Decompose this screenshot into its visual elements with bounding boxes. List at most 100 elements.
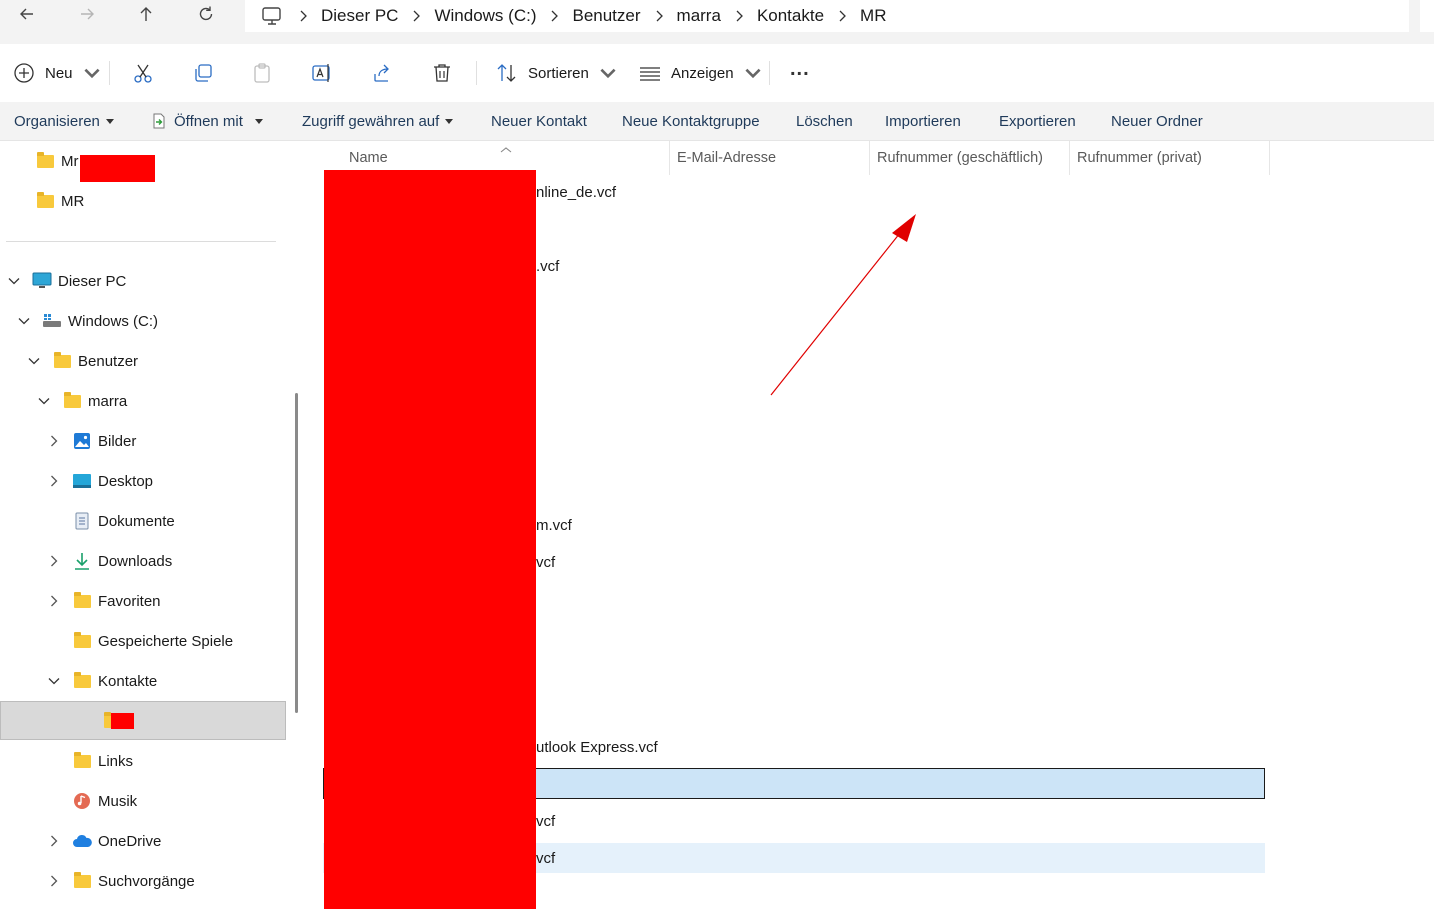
ribbon-share-with[interactable]: Zugriff gewähren auf (302, 102, 454, 140)
ribbon-organize[interactable]: Organisieren (14, 102, 114, 140)
up-button[interactable] (133, 2, 159, 26)
nav-item-musik[interactable]: Musik (46, 781, 137, 821)
ribbon-open-with[interactable]: Öffnen mit (151, 102, 263, 140)
column-header-email[interactable]: E-Mail-Adresse (677, 141, 776, 175)
nav-item-this-pc[interactable]: Dieser PC (6, 261, 126, 301)
column-divider[interactable] (669, 141, 670, 175)
chevron-right-icon[interactable] (46, 433, 62, 449)
ribbon-label: Löschen (796, 112, 853, 130)
ribbon-new-contact-group[interactable]: Neue Kontaktgruppe (622, 102, 760, 140)
chevron-right-icon (729, 10, 749, 22)
nav-item-marra[interactable]: marra (36, 381, 127, 421)
clipboard-icon (254, 63, 270, 83)
ribbon-delete[interactable]: Löschen (796, 102, 853, 140)
nav-item-label: Musik (98, 792, 138, 810)
breadcrumb-item[interactable]: Dieser PC (313, 6, 406, 26)
nav-item-label: Windows (C:) (68, 312, 159, 330)
breadcrumb-item[interactable]: Kontakte (749, 6, 832, 26)
document-icon (72, 512, 92, 530)
nav-item-benutzer[interactable]: Benutzer (26, 341, 138, 381)
breadcrumb-item[interactable]: Benutzer (564, 6, 648, 26)
view-button[interactable]: Anzeigen (639, 44, 764, 102)
nav-item-label: Mr (61, 152, 79, 170)
nav-item-label: Favoriten (98, 592, 161, 610)
nav-item-desktop[interactable]: Desktop (46, 461, 153, 501)
chevron-down-icon[interactable] (36, 393, 52, 409)
sort-button[interactable]: Sortieren (496, 44, 619, 102)
desktop-icon (72, 472, 92, 490)
chevron-down-icon[interactable] (16, 313, 32, 329)
search-field[interactable] (1420, 0, 1434, 32)
ribbon-new-contact[interactable]: Neuer Kontakt (491, 102, 587, 140)
breadcrumb-item[interactable]: Windows (C:) (426, 6, 544, 26)
ribbon-bar: Organisieren Öffnen mit Zugriff gewähren… (0, 102, 1434, 141)
monitor-icon (32, 272, 52, 290)
cut-button[interactable] (132, 44, 154, 102)
file-name[interactable]: vcf (536, 554, 555, 571)
chevron-right-icon[interactable] (46, 553, 62, 569)
column-header-phone-private[interactable]: Rufnummer (privat) (1077, 141, 1202, 175)
file-name[interactable]: .vcf (536, 258, 559, 275)
chevron-down-icon[interactable] (26, 353, 42, 369)
forward-button[interactable] (74, 2, 100, 26)
plus-circle-icon (14, 63, 34, 83)
nav-item-bilder[interactable]: Bilder (46, 421, 136, 461)
chevron-down-icon[interactable] (46, 673, 62, 689)
file-name[interactable]: utlook Express.vcf (536, 739, 658, 756)
nav-item-downloads[interactable]: Downloads (46, 541, 172, 581)
chevron-right-icon[interactable] (46, 833, 62, 849)
nav-scrollbar[interactable] (295, 393, 298, 713)
column-divider[interactable] (869, 141, 870, 175)
download-icon (72, 552, 92, 570)
scissors-icon (134, 64, 152, 83)
folder-icon (35, 191, 55, 210)
ribbon-new-folder[interactable]: Neuer Ordner (1111, 102, 1203, 140)
paste-button[interactable] (251, 44, 273, 102)
nav-item-dokumente[interactable]: Dokumente (46, 501, 175, 541)
nav-item-label: OneDrive (98, 832, 162, 850)
chevron-down-icon[interactable] (6, 273, 22, 289)
file-name[interactable]: vcf (536, 813, 555, 830)
back-button[interactable] (14, 2, 40, 26)
rename-button[interactable] (311, 44, 333, 102)
share-button[interactable] (371, 44, 393, 102)
file-name[interactable]: nline_de.vcf (536, 184, 616, 201)
column-divider[interactable] (1069, 141, 1070, 175)
nav-item-onedrive[interactable]: OneDrive (46, 821, 161, 861)
nav-item-selected-redacted[interactable] (0, 701, 286, 740)
nav-item-windows-c[interactable]: Windows (C:) (16, 301, 158, 341)
chevron-right-icon[interactable] (46, 873, 62, 889)
new-button[interactable]: Neu (13, 44, 103, 102)
nav-item-gespeicherte-spiele[interactable]: Gespeicherte Spiele (46, 621, 233, 661)
address-field[interactable]: Dieser PC Windows (C:) Benutzer marra Ko… (245, 0, 1409, 32)
ribbon-import[interactable]: Importieren (885, 102, 961, 140)
nav-item-quick-mr-redacted[interactable]: Mr (35, 141, 79, 181)
folder-icon (35, 151, 55, 170)
triangle-down-icon (105, 118, 114, 124)
nav-item-links[interactable]: Links (46, 741, 133, 781)
nav-item-suchvorgaenge[interactable]: Suchvorgänge (46, 861, 195, 901)
redaction-box (111, 713, 134, 729)
delete-button[interactable] (431, 44, 453, 102)
copy-button[interactable] (192, 44, 214, 102)
nav-item-kontakte[interactable]: Kontakte (46, 661, 157, 701)
command-bar: Neu Sortieren Anzeigen ... (0, 44, 1434, 103)
breadcrumb-item[interactable]: marra (669, 6, 729, 26)
nav-item-favoriten[interactable]: Favoriten (46, 581, 161, 621)
more-options-button[interactable]: ... (790, 44, 810, 102)
chevron-right-icon[interactable] (46, 593, 62, 609)
refresh-button[interactable] (193, 2, 219, 26)
column-divider[interactable] (1269, 141, 1270, 175)
chevron-right-icon[interactable] (46, 473, 62, 489)
list-view-icon (640, 67, 660, 81)
file-name[interactable]: vcf (536, 850, 555, 867)
file-name[interactable]: m.vcf (536, 517, 572, 534)
folder-icon (72, 631, 92, 650)
breadcrumb-current[interactable]: MR (852, 6, 894, 26)
nav-item-label: MR (61, 192, 85, 210)
nav-item-quick-mr[interactable]: MR (35, 181, 84, 221)
arrow-up-icon (140, 7, 152, 21)
ribbon-export[interactable]: Exportieren (999, 102, 1076, 140)
column-header-phone-business[interactable]: Rufnummer (geschäftlich) (877, 141, 1043, 175)
cloud-icon (72, 832, 92, 850)
